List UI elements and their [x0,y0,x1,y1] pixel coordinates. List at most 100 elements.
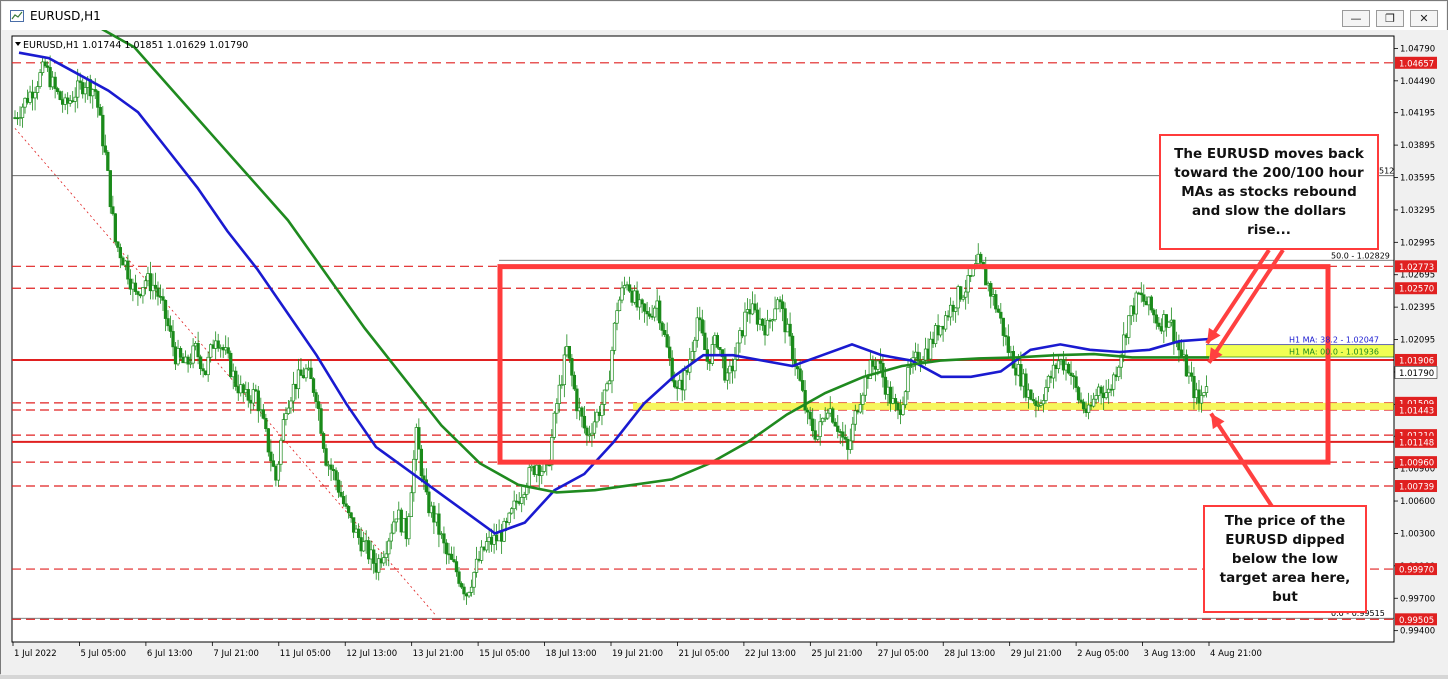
candle-body [1094,395,1098,400]
candle-body [893,398,898,404]
candle-body [281,419,286,441]
restore-button[interactable]: ❐ [1376,10,1404,27]
current-price-label: 1.01790 [1399,369,1434,379]
candle-body [605,383,609,391]
time-tick-label: 1 Jul 2022 [14,649,57,659]
candle-body [652,307,657,318]
candle-body [527,467,531,488]
candle-body [171,331,175,348]
candle-body [1134,292,1138,315]
time-tick-label: 21 Jul 05:00 [678,649,729,659]
candle-body [570,358,574,376]
candle-body [264,417,268,430]
candle-body [344,503,348,507]
candle-body [251,389,255,404]
candle-body [994,294,998,310]
candle-body [841,431,845,438]
candle-body [457,571,461,584]
candle-body [166,318,170,327]
candle-body [1152,309,1156,316]
candle-body [156,287,160,297]
candle-body [261,409,265,419]
chart-area[interactable]: 1.04790 1.04490 1.04195 1.03895 1.03595 1.032… [1,24,1448,675]
candle-body [191,345,195,364]
time-tick-label: 4 Aug 21:00 [1210,649,1262,659]
price-tick-label: 1.04790 [1400,44,1435,54]
candle-body [943,315,948,330]
candle-body [901,404,905,415]
candle-body [984,268,988,286]
candle-body [246,389,250,401]
candle-body [612,322,617,351]
candle-body [916,351,920,362]
candle-body [572,374,577,390]
candle-body [627,284,632,292]
time-tick-label: 6 Jul 13:00 [147,649,193,659]
candle-body [695,317,699,341]
candle-body [444,542,449,555]
candle-body [1099,386,1103,394]
candle-body [733,358,737,372]
chart-window-icon [10,10,24,22]
candle-body [20,106,25,118]
candle-body [1199,395,1204,404]
price-tick-label: 0.99400 [1400,627,1435,637]
candle-body [126,260,130,280]
time-tick-label: 7 Jul 21:00 [213,649,259,659]
candle-body [299,369,303,376]
candle-body [178,348,183,358]
candle-body [552,412,556,438]
candle-body [309,367,313,380]
candle-body [703,332,707,350]
candle-body [592,421,597,434]
time-tick-label: 25 Jul 21:00 [811,649,862,659]
candle-body [269,451,273,462]
candle-body [271,460,276,467]
candle-body [818,421,822,437]
time-tick-label: 15 Jul 05:00 [479,649,530,659]
candle-body [329,464,333,470]
candle-body [878,360,883,364]
candle-body [673,380,677,388]
candle-body [346,506,351,514]
candle-body [808,411,812,420]
candle-body [113,213,117,243]
close-icon: ✕ [1419,12,1429,25]
candle-body [289,400,293,409]
candle-body [507,512,511,523]
candle-body [658,300,662,324]
candle-body [1076,387,1081,401]
candle-body [582,415,587,429]
candle-body [43,61,47,67]
time-tick-label: 12 Jul 13:00 [346,649,397,659]
candle-body [321,433,326,449]
level-price-tag-label: 0.99970 [1399,566,1434,576]
candle-body [816,436,820,440]
candle-body [966,275,970,293]
candle-body [55,88,60,92]
fib-label: 512 [1379,167,1394,176]
terminal-window: EURUSD,H1 — ❐ ✕ 1.04790 1.04490 1.04195 1.0… [0,0,1448,675]
support-band [633,402,1394,410]
candle-body [610,350,614,382]
candle-body [520,497,524,504]
level-price-tag-label: 1.00960 [1399,459,1434,469]
candle-body [690,351,694,360]
level-price-tag-label: 0.99505 [1399,616,1434,626]
candle-body [617,299,622,312]
candle-body [387,540,391,555]
candle-body [108,170,112,208]
candle-body [660,322,664,331]
candle-body [640,299,644,305]
candle-body [118,247,123,259]
candle-body [906,367,910,393]
candle-body [700,319,704,334]
minimize-button[interactable]: — [1342,10,1370,27]
candle-body [136,291,140,295]
close-button[interactable]: ✕ [1410,10,1438,27]
candle-body [314,392,318,402]
candle-body [683,370,687,391]
candle-body [600,404,604,416]
callout-price-dip-text: The price of the EURUSD dipped below the… [1219,512,1351,605]
candle-body [206,356,210,376]
